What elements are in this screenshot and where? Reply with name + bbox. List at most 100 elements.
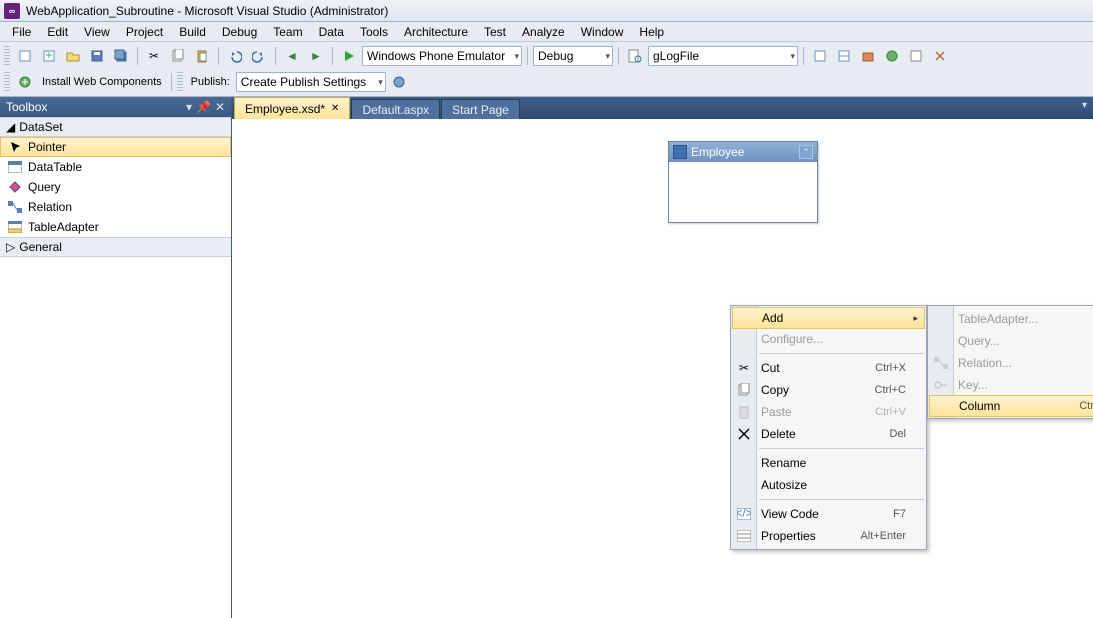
- start-page-button[interactable]: [905, 45, 927, 67]
- save-button[interactable]: [86, 45, 108, 67]
- tab-start-page[interactable]: Start Page: [441, 99, 520, 119]
- ctx-label: Column: [959, 399, 1000, 413]
- nav-back-button[interactable]: ◄: [281, 45, 303, 67]
- menu-analyze[interactable]: Analyze: [514, 23, 573, 41]
- new-project-button[interactable]: [14, 45, 36, 67]
- close-icon[interactable]: ✕: [331, 103, 339, 114]
- ctx-add-column[interactable]: ColumnCtrl+L: [929, 395, 1093, 417]
- toolbox-title-bar[interactable]: Toolbox ▾ 📌 ✕: [0, 97, 231, 117]
- ctx-delete[interactable]: DeleteDel: [731, 423, 926, 445]
- emulator-combo[interactable]: Windows Phone Emulator: [362, 46, 522, 66]
- toolbox-item-relation[interactable]: Relation: [0, 197, 231, 217]
- toolbar-grip-icon[interactable]: [4, 46, 10, 66]
- menu-team[interactable]: Team: [265, 23, 310, 41]
- toolbox-category-general[interactable]: ▷General: [0, 237, 231, 257]
- undo-button[interactable]: [224, 45, 246, 67]
- nav-fwd-button[interactable]: ►: [305, 45, 327, 67]
- toolbar-grip-icon[interactable]: [177, 72, 183, 92]
- ctx-label: TableAdapter...: [958, 312, 1038, 326]
- ctx-shortcut: Alt+Enter: [860, 530, 906, 542]
- extension-button[interactable]: [929, 45, 951, 67]
- ctx-add-tableadapter: TableAdapter...: [928, 308, 1093, 330]
- ctx-add[interactable]: Add▸: [732, 307, 925, 329]
- datatable-card-employee[interactable]: Employee ⌃: [668, 141, 818, 223]
- save-all-button[interactable]: [110, 45, 132, 67]
- toolbar-row-2: Install Web Components Publish: Create P…: [4, 70, 1089, 94]
- datatable-body[interactable]: [669, 162, 817, 222]
- ctx-rename[interactable]: Rename: [731, 452, 926, 474]
- team-explorer-button[interactable]: [881, 45, 903, 67]
- open-button[interactable]: [62, 45, 84, 67]
- close-icon[interactable]: ✕: [215, 100, 225, 114]
- publish-combo[interactable]: Create Publish Settings: [236, 72, 386, 92]
- install-web-icon[interactable]: [14, 71, 36, 93]
- menu-view[interactable]: View: [76, 23, 118, 41]
- ctx-label: Cut: [761, 361, 780, 375]
- toolbox-button[interactable]: [857, 45, 879, 67]
- toolbox-item-datatable[interactable]: DataTable: [0, 157, 231, 177]
- ctx-copy[interactable]: CopyCtrl+C: [731, 379, 926, 401]
- menu-debug[interactable]: Debug: [214, 23, 265, 41]
- menu-help[interactable]: Help: [631, 23, 672, 41]
- copy-icon: [735, 381, 753, 399]
- menu-edit[interactable]: Edit: [39, 23, 76, 41]
- find-in-files-button[interactable]: [624, 45, 646, 67]
- query-icon: [8, 180, 22, 194]
- ctx-autosize[interactable]: Autosize: [731, 474, 926, 496]
- toolbox-category-dataset[interactable]: ◢DataSet: [0, 117, 231, 137]
- toolbox-item-query[interactable]: Query: [0, 177, 231, 197]
- toolbox-item-tableadapter[interactable]: TableAdapter: [0, 217, 231, 237]
- ctx-shortcut: F7: [893, 508, 906, 520]
- ctx-shortcut: Del: [889, 428, 906, 440]
- menu-file[interactable]: File: [4, 23, 39, 41]
- install-web-label[interactable]: Install Web Components: [42, 76, 162, 88]
- find-combo[interactable]: gLogFile: [648, 46, 798, 66]
- tab-default-aspx[interactable]: Default.aspx: [351, 99, 440, 119]
- separator-icon: [218, 47, 219, 65]
- menu-project[interactable]: Project: [118, 23, 171, 41]
- menu-bar: File Edit View Project Build Debug Team …: [0, 22, 1093, 42]
- context-menu-main: Add▸ Configure... ✂CutCtrl+X CopyCtrl+C …: [730, 305, 927, 550]
- datatable-icon: [673, 145, 687, 159]
- toolbox-item-pointer[interactable]: Pointer: [0, 137, 231, 157]
- paste-button[interactable]: [191, 45, 213, 67]
- menu-window[interactable]: Window: [573, 23, 632, 41]
- cut-button[interactable]: ✂: [143, 45, 165, 67]
- solution-explorer-button[interactable]: [809, 45, 831, 67]
- properties-button[interactable]: [833, 45, 855, 67]
- publish-combo-text: Create Publish Settings: [241, 75, 366, 89]
- collapse-icon[interactable]: ⌃: [799, 145, 813, 159]
- ctx-view-code[interactable]: </>View CodeF7: [731, 503, 926, 525]
- toolbar-area: + ✂ ◄ ► Windows Phone Emulator Debug gLo…: [0, 42, 1093, 97]
- ctx-cut[interactable]: ✂CutCtrl+X: [731, 357, 926, 379]
- config-combo[interactable]: Debug: [533, 46, 613, 66]
- menu-test[interactable]: Test: [476, 23, 514, 41]
- start-debug-button[interactable]: [338, 45, 360, 67]
- toolbar-grip-icon[interactable]: [4, 72, 10, 92]
- datatable-header[interactable]: Employee ⌃: [669, 142, 817, 162]
- menu-build[interactable]: Build: [171, 23, 214, 41]
- menu-tools[interactable]: Tools: [352, 23, 396, 41]
- editor-area: Employee.xsd*✕ Default.aspx Start Page ▾…: [232, 97, 1093, 618]
- item-label: DataTable: [28, 160, 82, 174]
- tab-employee-xsd[interactable]: Employee.xsd*✕: [234, 97, 350, 119]
- add-item-button[interactable]: +: [38, 45, 60, 67]
- designer-canvas[interactable]: Employee ⌃ Add▸ Configure... ✂CutCtrl+X …: [232, 119, 1093, 618]
- publish-button[interactable]: [388, 71, 410, 93]
- menu-data[interactable]: Data: [311, 23, 352, 41]
- ctx-properties[interactable]: PropertiesAlt+Enter: [731, 525, 926, 547]
- tabs-dropdown-icon[interactable]: ▾: [1082, 100, 1087, 111]
- toolbox-body: ◢DataSet Pointer DataTable Query Relatio…: [0, 117, 231, 618]
- toolbar-row-1: + ✂ ◄ ► Windows Phone Emulator Debug gLo…: [4, 44, 1089, 68]
- redo-button[interactable]: [248, 45, 270, 67]
- copy-button[interactable]: [167, 45, 189, 67]
- cut-icon: ✂: [735, 359, 753, 377]
- ctx-shortcut: Ctrl+C: [875, 384, 906, 396]
- pin-icon[interactable]: 📌: [196, 100, 211, 114]
- menu-architecture[interactable]: Architecture: [396, 23, 476, 41]
- dropdown-icon[interactable]: ▾: [186, 100, 192, 114]
- svg-text:</>: </>: [737, 508, 751, 520]
- ctx-label: Relation...: [958, 356, 1012, 370]
- ctx-shortcut: Ctrl+V: [875, 406, 906, 418]
- ctx-add-key: Key...: [928, 374, 1093, 396]
